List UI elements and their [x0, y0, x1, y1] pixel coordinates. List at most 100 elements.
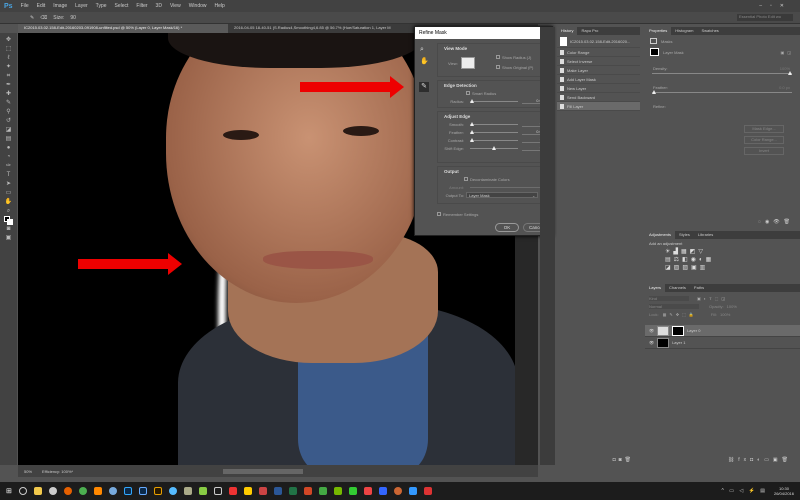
app-icon[interactable] — [168, 487, 177, 495]
history-item[interactable]: Send Backward — [557, 93, 640, 102]
tab-swatches[interactable]: Swatches — [697, 27, 722, 35]
lasso-tool-icon[interactable]: ℓ — [4, 54, 13, 62]
vlc-icon[interactable] — [93, 487, 102, 495]
smart-radius-checkbox[interactable] — [466, 91, 470, 95]
menu-file[interactable]: File — [21, 3, 29, 9]
app-icon[interactable] — [243, 487, 252, 495]
color-range-button[interactable]: Color Range... — [744, 136, 784, 144]
menu-window[interactable]: Window — [189, 3, 207, 9]
history-item[interactable]: New Layer — [557, 84, 640, 93]
eye-icon[interactable]: 👁 — [649, 328, 654, 333]
acrobat-icon[interactable] — [228, 487, 237, 495]
bridge-icon[interactable] — [153, 487, 162, 495]
eye-icon[interactable]: 👁 — [649, 340, 654, 345]
feather-value[interactable]: 0.0 — [521, 129, 542, 135]
shift-edge-slider[interactable] — [470, 145, 518, 150]
layers-footer-icons[interactable]: ⛓fx◘◐▭▣🗑 — [728, 457, 792, 463]
tab-histogram[interactable]: Histogram — [671, 27, 697, 35]
tab-styles[interactable]: Styles — [675, 231, 694, 239]
menu-view[interactable]: View — [170, 3, 181, 9]
app-icon[interactable] — [423, 487, 432, 495]
density-value[interactable]: 100% — [780, 66, 800, 71]
layer-filter-kind[interactable]: Kind — [649, 295, 689, 301]
adjustment-icons[interactable]: ☀▟▦◩▽ ▤⚖◧◉◐▦ ◪▨▨▣▥ — [645, 248, 800, 272]
size-value[interactable]: 90 — [70, 15, 76, 21]
hand-icon[interactable]: ✋ — [420, 57, 429, 65]
history-item[interactable]: Make Layer — [557, 66, 640, 75]
layer-mask-thumbnail[interactable] — [672, 325, 685, 336]
zoom-icon[interactable]: ⌕ — [420, 46, 424, 54]
brush-tool-icon[interactable]: ✎ — [4, 99, 13, 107]
app-icon[interactable] — [198, 487, 207, 495]
horizontal-scrollbar[interactable] — [223, 468, 304, 474]
filter-icons[interactable]: ▣◐T⬚◲ — [697, 296, 728, 301]
start-icon[interactable]: ⊞ — [6, 487, 12, 495]
eraser-tool-icon[interactable]: ◪ — [4, 126, 13, 134]
shift-edge-value[interactable]: 0 — [522, 145, 542, 151]
app-icon[interactable] — [348, 487, 357, 495]
history-snapshot[interactable]: IC2015.03.02.158-Edit-2016020... — [557, 35, 640, 48]
path-select-icon[interactable]: ➤ — [4, 180, 13, 188]
blend-mode-select[interactable]: Normal — [649, 303, 699, 309]
quick-select-icon[interactable]: ✦ — [4, 63, 13, 71]
workspace-search[interactable]: Essential Photo Edit wo — [737, 14, 793, 21]
app-icon[interactable] — [213, 487, 222, 495]
nvidia-icon[interactable] — [333, 487, 342, 495]
layer-row-layer-1[interactable]: 👁 Layer 1 — [645, 337, 800, 349]
history-brush-icon[interactable]: ↺ — [4, 117, 13, 125]
smooth-value[interactable]: 0 — [522, 121, 542, 127]
gradient-tool-icon[interactable]: ▤ — [4, 135, 13, 143]
chrome-icon[interactable] — [78, 487, 87, 495]
tab-paths[interactable]: Paths — [690, 284, 708, 292]
app-icon[interactable] — [108, 487, 117, 495]
tab-libraries[interactable]: Libraries — [694, 231, 717, 239]
zoom-level[interactable]: 50% — [24, 469, 32, 474]
healing-icon[interactable]: ✚ — [4, 90, 13, 98]
marquee-tool-icon[interactable]: ⬚ — [4, 45, 13, 53]
menu-image[interactable]: Image — [53, 3, 67, 9]
history-item[interactable]: Add Layer Mask — [557, 75, 640, 84]
stamp-tool-icon[interactable]: ⚲ — [4, 108, 13, 116]
lightroom-icon[interactable] — [138, 487, 147, 495]
decontaminate-checkbox[interactable] — [464, 177, 468, 181]
radius-slider[interactable] — [469, 98, 518, 103]
blur-tool-icon[interactable]: ● — [4, 144, 13, 152]
clock[interactable]: 10:30 26/04/2016 — [774, 486, 800, 496]
menu-type[interactable]: Type — [96, 3, 107, 9]
output-to-select[interactable]: Layer Mask — [466, 192, 538, 198]
menu-filter[interactable]: Filter — [136, 3, 147, 9]
menu-select[interactable]: Select — [115, 3, 129, 9]
opacity-value[interactable]: 100% — [727, 304, 737, 309]
app-icon[interactable] — [183, 487, 192, 495]
view-mode-thumbnail[interactable] — [460, 57, 475, 69]
tab-document-2[interactable]: 2016-04-05 18-40-51 (S.Radius4,Smoothing… — [228, 24, 418, 33]
app-icon[interactable] — [318, 487, 327, 495]
app-icon[interactable] — [363, 487, 372, 495]
remember-settings-checkbox[interactable] — [437, 212, 441, 216]
powerpoint-icon[interactable] — [303, 487, 312, 495]
excel-icon[interactable] — [288, 487, 297, 495]
show-radius-checkbox[interactable] — [496, 55, 500, 59]
history-item-selected[interactable]: Fill Layer — [557, 102, 640, 111]
invert-button[interactable]: Invert — [744, 147, 784, 155]
zoom-tool-icon[interactable]: ⌕ — [4, 207, 13, 215]
tab-layers[interactable]: Layers — [645, 284, 666, 292]
hand-tool-icon[interactable]: ✋ — [4, 198, 13, 206]
color-swatches[interactable] — [4, 216, 13, 225]
app-icon[interactable] — [408, 487, 417, 495]
contrast-value[interactable]: 0 — [522, 137, 542, 143]
radius-value[interactable]: 0.0 — [521, 98, 542, 104]
explorer-icon[interactable] — [33, 487, 42, 495]
tab-adjustments[interactable]: Adjustments — [645, 231, 676, 239]
shape-tool-icon[interactable]: ▭ — [4, 189, 13, 197]
density-slider[interactable] — [652, 71, 792, 75]
menu-edit[interactable]: Edit — [37, 3, 46, 9]
tab-document-1[interactable]: IC2015.03.02.158-Edit-20160203-091908-un… — [18, 24, 228, 33]
app-icon[interactable] — [378, 487, 387, 495]
history-item[interactable]: Color Range — [557, 48, 640, 57]
photoshop-icon[interactable] — [123, 487, 132, 495]
app-icon[interactable] — [48, 487, 57, 495]
crop-tool-icon[interactable]: ⌗ — [4, 72, 13, 80]
amount-slider[interactable] — [470, 186, 540, 188]
pen-tool-icon[interactable]: ✑ — [4, 162, 13, 170]
